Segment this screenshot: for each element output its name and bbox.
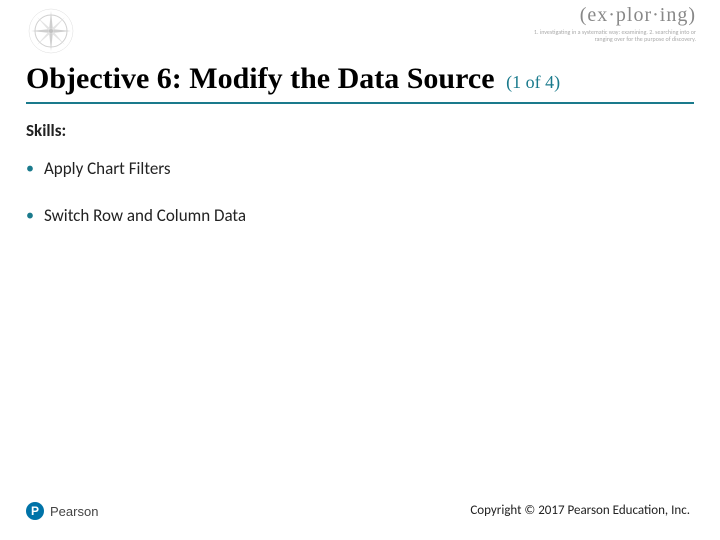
bullet-icon: • bbox=[26, 161, 34, 177]
bullet-list: • Apply Chart Filters • Switch Row and C… bbox=[26, 158, 694, 252]
brand-subtitle: 1. investigating in a systematic way: ex… bbox=[516, 29, 696, 43]
copyright-text: Copyright © 2017 Pearson Education, Inc. bbox=[470, 503, 690, 518]
list-item: • Apply Chart Filters bbox=[26, 158, 694, 179]
bullet-icon: • bbox=[26, 208, 34, 224]
compass-icon bbox=[26, 6, 76, 56]
logo-mark: P bbox=[26, 502, 44, 520]
list-item: • Switch Row and Column Data bbox=[26, 205, 694, 226]
skills-heading: Skills: bbox=[26, 120, 66, 141]
slide-title: Objective 6: Modify the Data Source bbox=[26, 62, 495, 95]
slide-count: (1 of 4) bbox=[506, 72, 560, 92]
brand-title: (ex·plor·ing) bbox=[516, 4, 696, 27]
bullet-text: Apply Chart Filters bbox=[44, 158, 171, 179]
bullet-text: Switch Row and Column Data bbox=[44, 205, 246, 226]
brand-block: (ex·plor·ing) 1. investigating in a syst… bbox=[516, 4, 696, 43]
publisher-logo: P Pearson bbox=[26, 502, 98, 520]
logo-text: Pearson bbox=[50, 504, 98, 519]
slide-title-row: Objective 6: Modify the Data Source (1 o… bbox=[26, 62, 694, 104]
